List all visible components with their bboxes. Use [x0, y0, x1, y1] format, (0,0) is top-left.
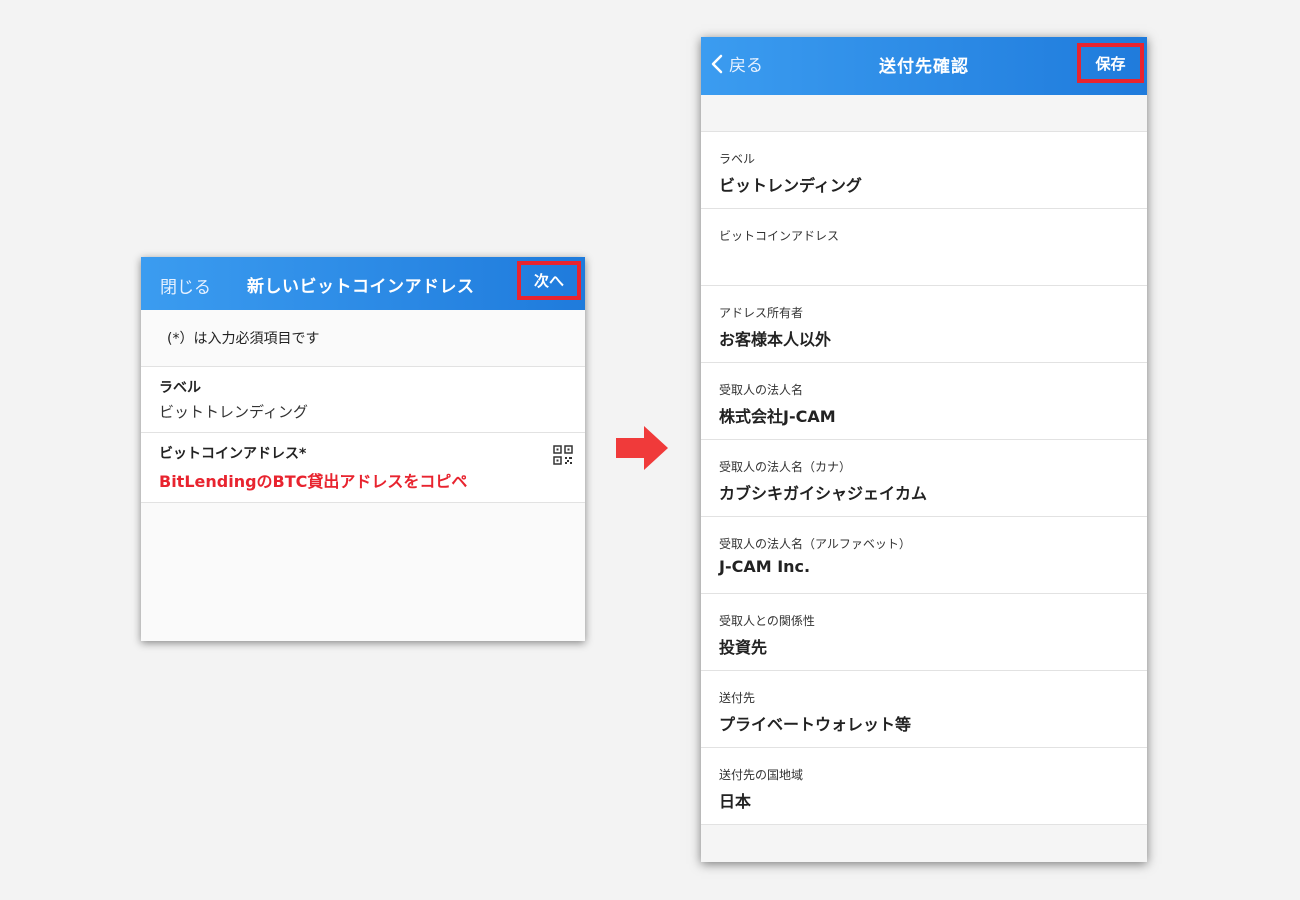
list-item: 受取人との関係性 投資先	[701, 594, 1147, 671]
list-item: ラベル ビットレンディング	[701, 132, 1147, 209]
label-field-label: ラベル	[159, 380, 201, 396]
right-arrow-icon	[616, 426, 668, 470]
item-label: アドレス所有者	[719, 306, 804, 320]
label-field[interactable]: ラベル ビットトレンディング	[141, 367, 585, 433]
save-button[interactable]: 保存	[1095, 53, 1125, 74]
qr-code-icon[interactable]	[553, 445, 573, 465]
item-value: 株式会社J-CAM	[719, 407, 836, 426]
header-bar: 戻る 送付先確認 保存	[701, 37, 1147, 95]
address-field-label: ビットコインアドレス*	[159, 446, 307, 462]
next-button-highlight: 次へ	[517, 261, 581, 300]
item-label: 受取人との関係性	[719, 614, 815, 628]
item-value: 投資先	[719, 638, 768, 657]
list-item: 送付先の国地域 日本	[701, 748, 1147, 825]
save-button-highlight: 保存	[1077, 43, 1144, 83]
label-field-value[interactable]: ビットトレンディング	[159, 401, 567, 422]
item-label: 送付先	[719, 691, 756, 705]
item-label: 受取人の法人名（アルファベット）	[719, 537, 911, 551]
list-item: ビットコインアドレス	[701, 209, 1147, 286]
close-button[interactable]: 閉じる	[160, 273, 211, 298]
item-label: ラベル	[719, 152, 756, 166]
page-title: 新しいビットコインアドレス	[247, 277, 475, 297]
item-value: カブシキガイシャジェイカム	[719, 484, 928, 503]
required-note: (*）は入力必須項目です	[141, 310, 585, 367]
header-bar: 閉じる 新しいビットコインアドレス 次へ	[141, 257, 585, 310]
item-value: 日本	[719, 792, 752, 811]
item-label: 送付先の国地域	[719, 768, 804, 782]
address-annotation: BitLendingのBTC貸出アドレスをコピペ	[159, 472, 468, 491]
item-label: 受取人の法人名	[719, 383, 804, 397]
item-value: J-CAM Inc.	[719, 557, 811, 576]
list-item: 受取人の法人名（アルファベット） J-CAM Inc.	[701, 517, 1147, 594]
list-item: アドレス所有者 お客様本人以外	[701, 286, 1147, 363]
list-item: 受取人の法人名（カナ） カブシキガイシャジェイカム	[701, 440, 1147, 517]
next-button[interactable]: 次へ	[534, 270, 564, 291]
item-value: プライベートウォレット等	[719, 715, 912, 734]
list-item: 受取人の法人名 株式会社J-CAM	[701, 363, 1147, 440]
section-spacer	[701, 95, 1147, 132]
item-value: お客様本人以外	[719, 330, 832, 349]
item-label: ビットコインアドレス	[719, 229, 840, 243]
item-label: 受取人の法人名（カナ）	[719, 460, 852, 474]
destination-confirm-screen: 戻る 送付先確認 保存 ラベル ビットレンディング ビットコインアドレス アドレ…	[701, 37, 1147, 862]
new-address-screen: 閉じる 新しいビットコインアドレス 次へ (*）は入力必須項目です ラベル ビッ…	[141, 257, 585, 641]
list-item: 送付先 プライベートウォレット等	[701, 671, 1147, 748]
address-field[interactable]: ビットコインアドレス* BitLendingのBTC貸出アドレスをコピペ	[141, 433, 585, 503]
item-value: ビットレンディング	[719, 176, 862, 195]
detail-list: ラベル ビットレンディング ビットコインアドレス アドレス所有者 お客様本人以外…	[701, 132, 1147, 825]
